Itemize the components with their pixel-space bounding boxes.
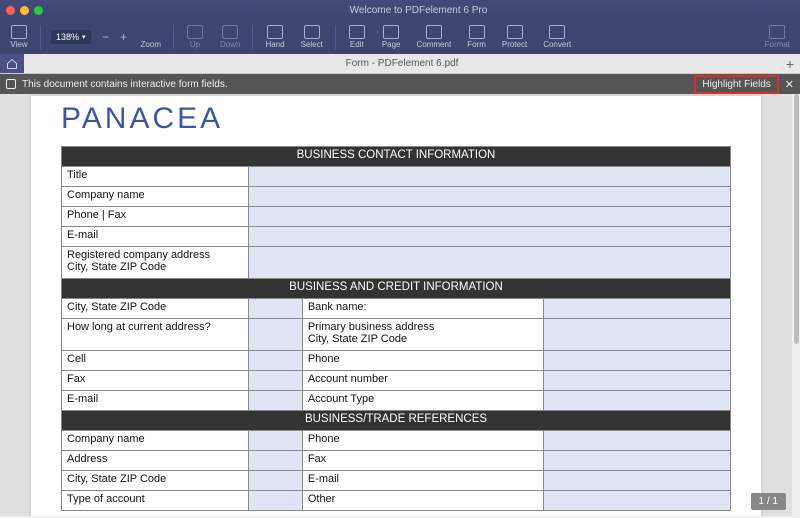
convert-button[interactable]: Convert <box>537 20 577 54</box>
form-field[interactable] <box>249 207 731 227</box>
field-label: City, State ZIP Code <box>62 299 249 319</box>
section-header: BUSINESS/TRADE REFERENCES <box>62 411 731 431</box>
form-field[interactable] <box>543 371 730 391</box>
field-label: City, State ZIP Code <box>62 471 249 491</box>
field-label: Phone | Fax <box>62 207 249 227</box>
select-button[interactable]: Select <box>295 20 329 54</box>
view-button[interactable]: View <box>4 20 34 54</box>
field-label: Cell <box>62 351 249 371</box>
zoom-button[interactable]: Zoom <box>135 20 167 54</box>
window-controls[interactable] <box>6 6 43 15</box>
form-field[interactable] <box>249 299 303 319</box>
zoom-select[interactable]: 138% <box>51 30 91 44</box>
document-tab[interactable]: Form - PDFelement 6.pdf <box>24 58 780 69</box>
page-button[interactable]: Page <box>376 20 407 54</box>
pdf-page: PANACEA BUSINESS CONTACT INFORMATION Tit… <box>31 96 761 516</box>
field-label: Other <box>302 491 543 511</box>
comment-icon <box>426 25 442 39</box>
document-logo: PANACEA <box>61 102 731 136</box>
form-field[interactable] <box>249 471 303 491</box>
field-label: Fax <box>302 451 543 471</box>
form-field[interactable] <box>543 299 730 319</box>
form-info-icon <box>6 79 16 89</box>
select-icon <box>304 25 320 39</box>
edit-icon <box>349 25 365 39</box>
edit-button[interactable]: Edit <box>342 20 372 54</box>
form-field[interactable] <box>249 227 731 247</box>
main-toolbar: View 138% − + Zoom Up Down Hand Select E… <box>0 20 800 54</box>
field-label: Address <box>62 451 249 471</box>
up-button[interactable]: Up <box>180 20 210 54</box>
hand-icon <box>267 25 283 39</box>
format-button[interactable]: Format <box>759 20 796 54</box>
zoom-out-button[interactable]: − <box>99 30 113 44</box>
form-field[interactable] <box>543 451 730 471</box>
tab-bar: Form - PDFelement 6.pdf + <box>0 54 800 74</box>
home-tab[interactable] <box>0 54 24 73</box>
form-field[interactable] <box>249 167 731 187</box>
form-icon <box>469 25 485 39</box>
info-bar: This document contains interactive form … <box>0 74 800 94</box>
comment-button[interactable]: Comment <box>411 20 458 54</box>
field-label: Phone <box>302 431 543 451</box>
window-title: Welcome to PDFelement 6 Pro <box>43 5 794 16</box>
document-viewport[interactable]: PANACEA BUSINESS CONTACT INFORMATION Tit… <box>0 94 792 516</box>
format-icon <box>769 25 785 39</box>
field-label: Company name <box>62 187 249 207</box>
form-field[interactable] <box>249 247 731 279</box>
section-header: BUSINESS AND CREDIT INFORMATION <box>62 279 731 299</box>
home-icon <box>6 58 18 70</box>
form-field[interactable] <box>249 451 303 471</box>
field-label: Company name <box>62 431 249 451</box>
field-label: Bank name: <box>302 299 543 319</box>
field-label: How long at current address? <box>62 319 249 351</box>
form-field[interactable] <box>249 391 303 411</box>
form-field[interactable] <box>543 351 730 371</box>
hand-button[interactable]: Hand <box>259 20 290 54</box>
field-label: E-mail <box>62 227 249 247</box>
minimize-icon[interactable] <box>20 6 29 15</box>
field-label: Type of account <box>62 491 249 511</box>
section-header: BUSINESS CONTACT INFORMATION <box>62 147 731 167</box>
highlight-fields-button[interactable]: Highlight Fields <box>694 75 778 94</box>
zoom-in-button[interactable]: + <box>117 30 131 44</box>
field-label: Fax <box>62 371 249 391</box>
info-message: This document contains interactive form … <box>22 79 228 90</box>
form-field[interactable] <box>249 319 303 351</box>
close-infobar-button[interactable]: ✕ <box>785 78 794 91</box>
field-label: Registered company addressCity, State ZI… <box>62 247 249 279</box>
up-icon <box>187 25 203 39</box>
maximize-icon[interactable] <box>34 6 43 15</box>
scrollbar[interactable] <box>794 94 799 516</box>
form-field[interactable] <box>543 391 730 411</box>
form-field[interactable] <box>543 471 730 491</box>
close-icon[interactable] <box>6 6 15 15</box>
protect-button[interactable]: Protect <box>496 20 533 54</box>
form-field[interactable] <box>249 351 303 371</box>
field-label: Title <box>62 167 249 187</box>
form-field[interactable] <box>543 491 730 511</box>
form-field[interactable] <box>543 431 730 451</box>
form-field[interactable] <box>249 187 731 207</box>
form-field[interactable] <box>249 371 303 391</box>
form-field[interactable] <box>543 319 730 351</box>
field-label: Primary business addressCity, State ZIP … <box>302 319 543 351</box>
form-field[interactable] <box>249 491 303 511</box>
scroll-thumb[interactable] <box>794 94 799 344</box>
down-icon <box>222 25 238 39</box>
view-icon <box>11 25 27 39</box>
field-label: Phone <box>302 351 543 371</box>
field-label: E-mail <box>62 391 249 411</box>
form-field[interactable] <box>249 431 303 451</box>
add-tab-button[interactable]: + <box>780 56 800 72</box>
form-button[interactable]: Form <box>461 20 492 54</box>
convert-icon <box>549 25 565 39</box>
field-label: E-mail <box>302 471 543 491</box>
protect-icon <box>507 25 523 39</box>
field-label: Account Type <box>302 391 543 411</box>
page-indicator: 1 / 1 <box>751 493 786 510</box>
page-icon <box>383 25 399 39</box>
down-button[interactable]: Down <box>214 20 246 54</box>
field-label: Account number <box>302 371 543 391</box>
